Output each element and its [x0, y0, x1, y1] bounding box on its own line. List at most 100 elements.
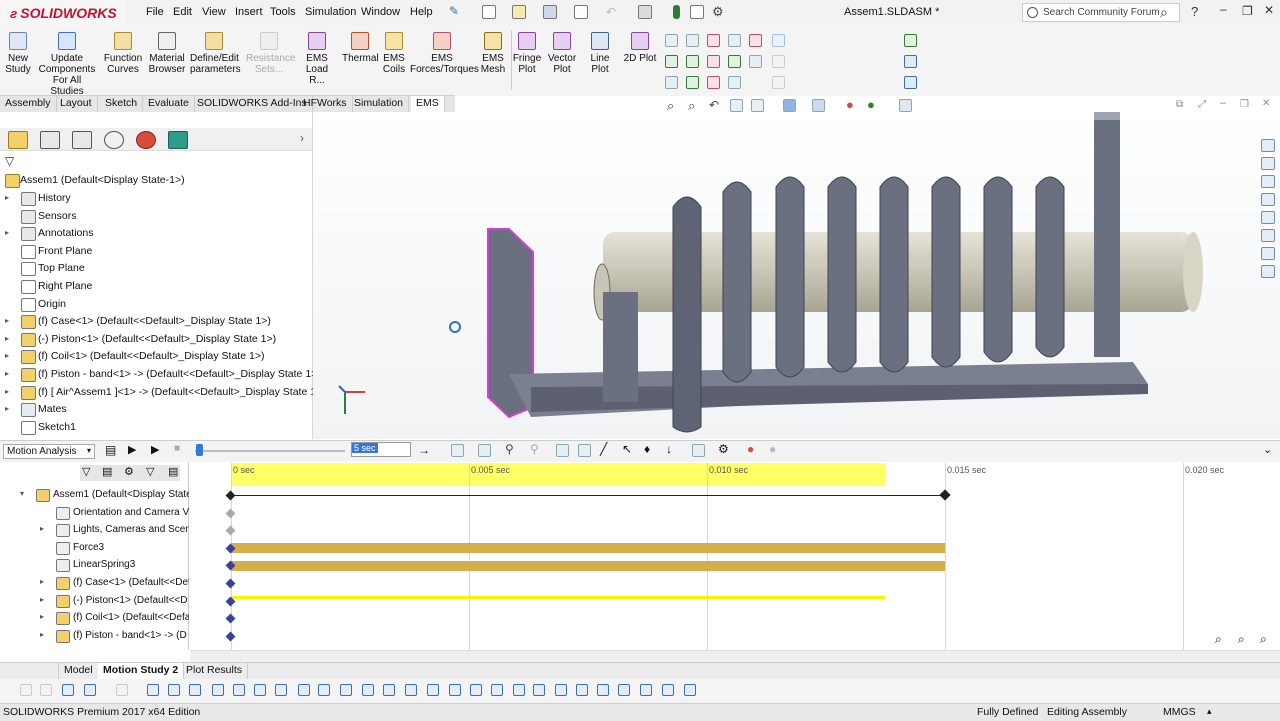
file-properties-icon[interactable] [690, 5, 704, 19]
selection-filter-icon[interactable] [513, 684, 525, 696]
viewport-split-icon[interactable]: ⧉ [1176, 99, 1183, 110]
menu-file[interactable]: File [146, 6, 164, 18]
tab-model[interactable]: Model [58, 663, 99, 679]
tree-item[interactable]: ▸ History [0, 191, 310, 207]
result-icon-5[interactable] [749, 34, 762, 47]
selection-filter-icon[interactable] [298, 684, 310, 696]
solidworks-forum-icon[interactable] [1261, 265, 1275, 278]
selection-filter-icon[interactable] [576, 684, 588, 696]
viewport-minimize-icon[interactable]: – [1220, 97, 1226, 109]
expand-arrow-icon[interactable]: ▸ [5, 404, 9, 413]
study-type-select[interactable]: Motion Analysis ▾ [3, 444, 95, 459]
view-palette-icon[interactable] [1261, 211, 1275, 224]
selection-filter-icon[interactable] [233, 684, 245, 696]
selection-filter-icon[interactable] [533, 684, 545, 696]
status-units[interactable]: MMGS [1163, 706, 1196, 718]
result-icon-8[interactable] [707, 55, 720, 68]
motion-tree-item[interactable]: ▾ Assem1 (Default<Display State [0, 488, 192, 504]
result-icon-4[interactable] [728, 34, 741, 47]
new-document-icon[interactable] [482, 5, 496, 19]
simulation-setup-icon[interactable]: ● [747, 442, 754, 456]
zoom-to-fit-timeline-icon[interactable]: ⌕ [1260, 632, 1267, 647]
selection-filter-icon[interactable] [427, 684, 439, 696]
tabs-expand-icon[interactable]: › [300, 131, 304, 145]
tree-item[interactable]: ▸ (f) Case<1> (Default<<Default>_Display … [0, 314, 310, 330]
autokey-icon[interactable]: ⚲ [505, 442, 514, 456]
solidworks-logo[interactable]: ƨ SOLIDWORKS [0, 0, 125, 26]
tree-item[interactable]: ▸ Annotations [0, 226, 310, 242]
motion-filter-selected-icon[interactable]: ▽ [146, 465, 154, 478]
tab-sketch[interactable]: Sketch [100, 96, 144, 112]
play-from-start-icon[interactable]: ▶ [128, 443, 136, 456]
zoom-out-timeline-icon[interactable]: ⌕ [1215, 632, 1222, 647]
print-icon[interactable] [574, 5, 588, 19]
function-curves-button[interactable]: Function Curves [103, 32, 143, 75]
options-gear-icon[interactable]: ⚙ [712, 4, 724, 20]
vector-plot-button[interactable]: Vector Plot [546, 32, 578, 75]
expand-arrow-icon[interactable]: ▾ [20, 489, 24, 498]
tree-item[interactable]: ▸ (f) Coil<1> (Default<<Default>_Display … [0, 349, 310, 365]
tree-item[interactable]: Right Plane [0, 279, 310, 295]
motion-tree-item[interactable]: ▸ (f) Piston - band<1> -> (D [0, 629, 188, 645]
selection-filter-icon[interactable] [212, 684, 224, 696]
selection-filter-icon[interactable] [116, 684, 128, 696]
menu-insert[interactable]: Insert [235, 6, 263, 18]
stop-icon[interactable]: ■ [174, 443, 180, 454]
tree-item[interactable]: ▸ Mates [0, 402, 310, 418]
tree-item[interactable]: Sketch1 [0, 420, 310, 436]
motion-tree-item[interactable]: LinearSpring3 [0, 558, 188, 574]
selection-filter-icon[interactable] [254, 684, 266, 696]
tab-solidworks-add-ins[interactable]: SOLIDWORKS Add-Ins [192, 96, 313, 112]
timeline-area[interactable] [189, 462, 1280, 650]
display-manager-tab-icon[interactable] [136, 131, 156, 149]
selection-filter-icon[interactable] [491, 684, 503, 696]
motion-tree-item[interactable]: ▸ (f) Case<1> (Default<<Def [0, 576, 191, 592]
property-manager-tab-icon[interactable] [40, 131, 60, 149]
appearance-icon[interactable]: ● [846, 97, 854, 112]
selection-filter-icon[interactable] [597, 684, 609, 696]
viewport-restore-icon[interactable]: ❐ [1240, 99, 1249, 110]
ems-coils-button[interactable]: EMS Coils [380, 32, 408, 75]
resistance-sets-button[interactable]: Resistance Sets... [246, 32, 295, 75]
feature-tree-tab-icon[interactable] [8, 131, 28, 149]
report-icon[interactable] [904, 34, 917, 47]
update-components-button[interactable]: Update Components For All Studies [37, 32, 97, 97]
export-icon[interactable] [904, 55, 917, 68]
selection-filter-icon[interactable] [40, 684, 52, 696]
view-icon-2[interactable] [772, 55, 785, 68]
menu-edit[interactable]: Edit [173, 6, 192, 18]
expand-arrow-icon[interactable]: ▸ [40, 595, 44, 604]
expand-arrow-icon[interactable]: ▸ [40, 524, 44, 533]
traffic-light-icon[interactable] [673, 5, 680, 19]
appearances-icon[interactable] [1261, 229, 1275, 242]
add-key-icon[interactable]: ⚲ [530, 442, 539, 456]
tab-assembly[interactable]: Assembly [0, 96, 57, 112]
result-icon-12[interactable] [686, 76, 699, 89]
menu-view[interactable]: View [202, 6, 226, 18]
dynamic-annotation-icon[interactable] [751, 99, 764, 112]
selection-filter-icon[interactable] [662, 684, 674, 696]
expand-arrow-icon[interactable]: ▸ [5, 228, 9, 237]
motion-tree-item[interactable]: ▸ (-) Piston<1> (Default<<D [0, 594, 188, 610]
scene-icon[interactable]: ● [867, 97, 875, 112]
filter-icon[interactable]: ▽ [5, 154, 14, 168]
calculate-icon[interactable]: ▤ [105, 443, 116, 457]
animation-wizard-icon[interactable] [478, 444, 491, 457]
selection-filter-icon[interactable] [168, 684, 180, 696]
tab-plot-results[interactable]: Plot Results [181, 663, 249, 679]
motor-icon[interactable] [556, 444, 569, 457]
home-icon[interactable] [1261, 139, 1275, 152]
save-animation-icon[interactable] [451, 444, 464, 457]
selection-filter-icon[interactable] [684, 684, 696, 696]
tree-item[interactable]: ▸ (f) Piston - band<1> -> (Default<<Defau… [0, 367, 321, 383]
display-style-icon[interactable] [812, 99, 825, 112]
tab-ems[interactable]: EMS [411, 96, 445, 112]
selection-filter-icon[interactable] [147, 684, 159, 696]
expand-arrow-icon[interactable]: ▸ [40, 577, 44, 586]
tree-item[interactable]: ▸ (f) [ Air^Assem1 ]<1> -> (Default<<Defa… [0, 385, 326, 401]
playback-slider-handle[interactable] [196, 444, 203, 456]
result-icon-11[interactable] [665, 76, 678, 89]
assembly-model-view[interactable] [313, 112, 1280, 439]
tree-root[interactable]: Assem1 (Default<Display State-1>) [0, 173, 310, 189]
section-view-icon[interactable] [730, 99, 743, 112]
